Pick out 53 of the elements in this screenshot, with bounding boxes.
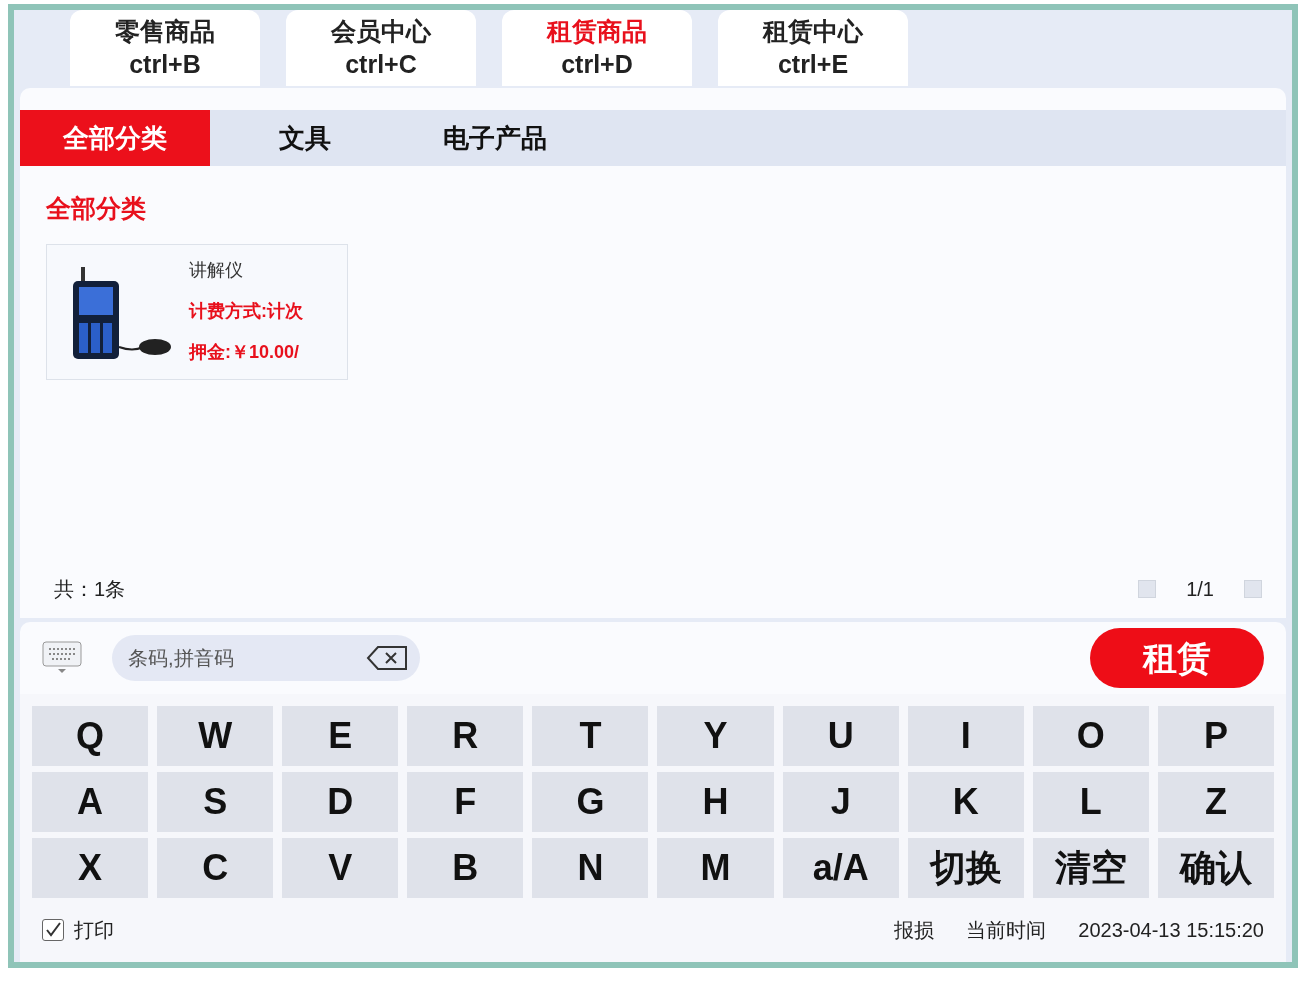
product-card[interactable]: 讲解仪 计费方式:计次 押金:￥10.00/ xyxy=(46,243,348,380)
section-title: 全部分类 xyxy=(46,193,146,224)
keyboard-key[interactable]: H xyxy=(657,772,774,832)
keyboard-key[interactable]: D xyxy=(282,772,399,832)
deposit-price: 押金:￥10.00/ xyxy=(189,341,301,364)
keyboard-key[interactable]: M xyxy=(657,838,774,898)
page-indicator: 1/1 xyxy=(1186,577,1214,602)
keyboard-key[interactable]: P xyxy=(1157,706,1274,766)
print-label: 打印 xyxy=(74,918,114,943)
time-label: 当前时间 xyxy=(966,918,1047,943)
keyboard-key[interactable]: O xyxy=(1032,706,1149,766)
keyboard-key[interactable]: I xyxy=(907,706,1024,766)
top-tab[interactable]: 租赁商品 ctrl+D xyxy=(502,10,692,86)
top-tab[interactable]: 零售商品 ctrl+B xyxy=(70,10,260,86)
keyboard-key[interactable]: 切换 xyxy=(907,838,1024,898)
print-checkbox[interactable] xyxy=(42,919,64,941)
keyboard-key[interactable]: 确认 xyxy=(1157,838,1274,898)
category-tab[interactable]: 电子产品 xyxy=(400,110,590,166)
keyboard-key[interactable]: A xyxy=(32,772,149,832)
keyboard-key[interactable]: T xyxy=(532,706,649,766)
keyboard-icon[interactable] xyxy=(42,641,82,675)
billing-mode: 计费方式:计次 xyxy=(189,300,303,323)
keyboard-key[interactable]: B xyxy=(407,838,524,898)
category-tab[interactable]: 全部分类 xyxy=(20,110,210,166)
keyboard-key[interactable]: G xyxy=(532,772,649,832)
keyboard-key[interactable]: 清空 xyxy=(1032,838,1149,898)
total-count: 共：1条 xyxy=(54,577,126,602)
keyboard-key[interactable]: R xyxy=(407,706,524,766)
keyboard-key[interactable]: E xyxy=(282,706,399,766)
product-name: 讲解仪 xyxy=(189,259,244,282)
keyboard-key[interactable]: V xyxy=(282,838,399,898)
damage-report-link[interactable]: 报损 xyxy=(894,915,935,945)
keyboard-key[interactable]: K xyxy=(907,772,1024,832)
category-tab[interactable]: 文具 xyxy=(210,110,400,166)
keyboard-key[interactable]: C xyxy=(157,838,274,898)
keyboard-key[interactable]: F xyxy=(407,772,524,832)
keyboard-key[interactable]: J xyxy=(782,772,899,832)
rent-button[interactable]: 租赁 xyxy=(1090,628,1264,688)
keyboard-key[interactable]: U xyxy=(782,706,899,766)
search-field[interactable]: 条码,拼音码 xyxy=(112,635,420,681)
current-time: 2023-04-13 15:15:20 xyxy=(1078,918,1264,943)
top-tab[interactable]: 租赁中心 ctrl+E xyxy=(718,10,908,86)
keyboard-key[interactable]: a/A xyxy=(782,838,899,898)
backspace-icon[interactable] xyxy=(366,645,408,671)
keyboard-key[interactable]: W xyxy=(157,706,274,766)
top-tab[interactable]: 会员中心 ctrl+C xyxy=(286,10,476,86)
keyboard-key[interactable]: S xyxy=(157,772,274,832)
keyboard-key[interactable]: L xyxy=(1032,772,1149,832)
keyboard-key[interactable]: Q xyxy=(32,706,149,766)
keyboard-key[interactable]: N xyxy=(532,838,649,898)
keyboard-key[interactable]: Y xyxy=(657,706,774,766)
keyboard-key[interactable]: X xyxy=(32,838,149,898)
keyboard-key[interactable]: Z xyxy=(1157,772,1274,832)
